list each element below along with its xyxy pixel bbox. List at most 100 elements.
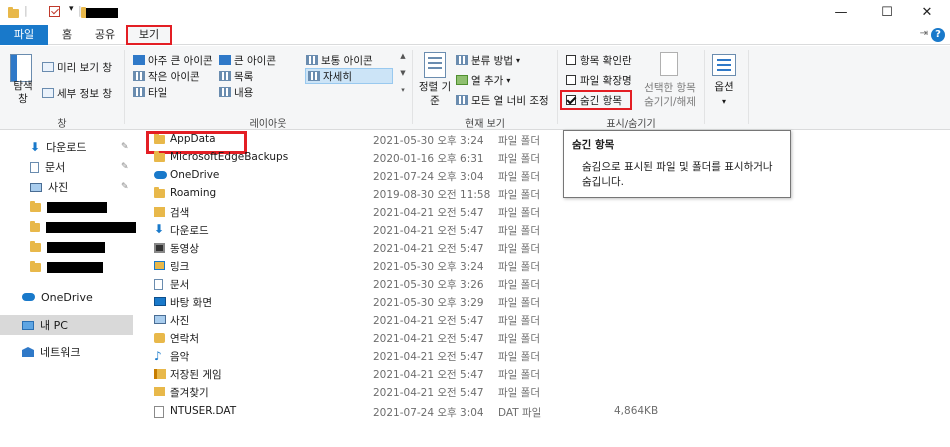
nav-item-label: 내 PC <box>40 319 68 332</box>
file-row[interactable]: ♪ 음악 2021-04-21 오전 5:47 파일 폴더 <box>136 347 656 365</box>
layout-large-icons[interactable]: 큰 아이콘 <box>219 52 276 68</box>
redacted-label <box>47 241 105 253</box>
group-by-button[interactable]: 분류 방법 ▾ <box>456 52 520 68</box>
pin-ribbon-icon[interactable]: ⇥ <box>920 28 928 39</box>
file-name: MicrosoftEdgeBackups <box>170 151 289 163</box>
file-row[interactable]: 저장된 게임 2021-04-21 오전 5:47 파일 폴더 <box>136 365 656 383</box>
file-name: 음악 <box>170 351 190 363</box>
nav-item-redacted-1[interactable] <box>0 197 136 217</box>
options-icon[interactable] <box>712 54 736 76</box>
navigation-pane: ⬇ 다운로드 ✎ 문서 ✎ 사진 ✎ OneDrive 내 PC 네트워크 <box>0 131 136 447</box>
file-row[interactable]: NTUSER.DAT 2021-07-24 오후 3:04 DAT 파일 4,8… <box>136 403 658 421</box>
sort-icon[interactable] <box>424 52 446 78</box>
file-row[interactable]: 바탕 화면 2021-05-30 오후 3:29 파일 폴더 <box>136 293 656 311</box>
nav-item-pictures[interactable]: 사진 ✎ <box>0 177 136 197</box>
pin-icon[interactable]: ✎ <box>121 162 129 172</box>
nav-pane-button[interactable]: 탐색 창 <box>8 80 38 108</box>
layout-details[interactable]: 자세히 <box>305 68 393 84</box>
pictures-icon <box>154 315 166 324</box>
nav-item-downloads[interactable]: ⬇ 다운로드 ✎ <box>0 137 136 157</box>
pin-icon[interactable]: ✎ <box>121 182 129 192</box>
expand-icon[interactable]: ▾ <box>401 86 405 94</box>
medium-icons-label: 보통 아이콘 <box>321 54 373 67</box>
nav-item-documents[interactable]: 문서 ✎ <box>0 157 136 177</box>
add-columns-button[interactable]: 열 추가 ▾ <box>456 72 510 88</box>
add-columns-label: 열 추가 <box>471 74 504 87</box>
file-row[interactable]: 즐겨찾기 2021-04-21 오전 5:47 파일 폴더 <box>136 383 656 401</box>
small-icons-label: 작은 아이콘 <box>148 70 200 83</box>
tab-share[interactable]: 공유 <box>88 25 122 45</box>
layout-list[interactable]: 목록 <box>219 68 253 84</box>
file-row[interactable]: 링크 2021-05-30 오후 3:24 파일 폴더 <box>136 257 656 275</box>
file-extensions-toggle[interactable]: 파일 확장명 <box>566 72 632 88</box>
folder-icon <box>30 260 41 272</box>
customize-toolbar-chevron-icon[interactable]: ▾ <box>69 4 74 14</box>
file-row[interactable]: 연락처 2021-04-21 오전 5:47 파일 폴더 <box>136 329 656 347</box>
file-row[interactable]: 검색 2021-04-21 오전 5:47 파일 폴더 <box>136 203 656 221</box>
nav-item-redacted-4[interactable] <box>0 257 136 277</box>
ribbon-tabs: 파일 홈 공유 보기 ⇥ ? <box>0 25 950 45</box>
file-row[interactable]: 문서 2021-05-30 오후 3:26 파일 폴더 <box>136 275 656 293</box>
layout-medium-icons[interactable]: 보통 아이콘 <box>306 52 373 68</box>
layout-small-icons[interactable]: 작은 아이콘 <box>133 68 200 84</box>
group-by-icon <box>456 55 468 65</box>
item-checkboxes-checkbox[interactable] <box>566 55 576 65</box>
layout-extra-large-icons[interactable]: 아주 큰 아이콘 <box>133 52 213 68</box>
nav-item-label: 문서 <box>45 161 66 174</box>
minimize-button[interactable]: — <box>818 0 864 25</box>
details-pane-button[interactable]: 세부 정보 창 <box>42 85 112 101</box>
help-icon[interactable]: ? <box>931 28 945 42</box>
pin-icon[interactable]: ✎ <box>121 142 129 152</box>
group-separator <box>557 50 558 124</box>
layout-scroll[interactable]: ▲ ▼ ▾ <box>398 52 408 94</box>
nav-item-redacted-2[interactable] <box>0 217 136 237</box>
sort-button[interactable]: 정렬 기준 <box>418 80 452 108</box>
file-type: 파일 폴더 <box>498 225 540 237</box>
nav-item-onedrive[interactable]: OneDrive <box>0 287 136 307</box>
separator: | <box>24 4 28 17</box>
layout-tiles[interactable]: 타일 <box>133 84 167 100</box>
file-date: 2021-05-30 오후 3:24 <box>373 135 484 147</box>
nav-item-label: 사진 <box>48 181 69 194</box>
file-type: DAT 파일 <box>498 407 542 419</box>
document-icon <box>30 161 39 173</box>
item-checkboxes-toggle[interactable]: 항목 확인란 <box>566 52 632 68</box>
list-label: 목록 <box>234 70 254 83</box>
file-name: 사진 <box>170 315 190 327</box>
tab-home[interactable]: 홈 <box>52 25 82 45</box>
properties-check-icon[interactable] <box>48 6 60 17</box>
layout-content[interactable]: 내용 <box>219 84 253 100</box>
nav-item-network[interactable]: 네트워크 <box>0 342 136 362</box>
nav-item-redacted-3[interactable] <box>0 237 136 257</box>
tab-view[interactable]: 보기 <box>126 25 172 45</box>
scroll-down-icon[interactable]: ▼ <box>400 69 405 77</box>
nav-item-this-pc[interactable]: 내 PC <box>0 315 133 335</box>
options-label: 옵션 <box>714 81 734 93</box>
file-date: 2021-04-21 오전 5:47 <box>373 243 484 255</box>
file-extensions-checkbox[interactable] <box>566 75 576 85</box>
nav-pane-icon[interactable] <box>10 54 32 82</box>
hidden-items-tooltip: 숨긴 항목 숨김으로 표시된 파일 및 폴더를 표시하거나 숨깁니다. <box>563 130 791 198</box>
preview-pane-button[interactable]: 미리 보기 창 <box>42 59 112 75</box>
hidden-items-highlight <box>560 90 632 110</box>
content-label: 내용 <box>234 86 254 99</box>
group-label-show-hide: 표시/숨기기 <box>606 119 656 130</box>
file-row[interactable]: 동영상 2021-04-21 오전 5:47 파일 폴더 <box>136 239 656 257</box>
tooltip-title: 숨긴 항목 <box>572 139 615 151</box>
size-all-columns-button[interactable]: 모든 열 너비 조정 <box>456 92 549 108</box>
scroll-up-icon[interactable]: ▲ <box>400 52 405 60</box>
file-row[interactable]: 사진 2021-04-21 오전 5:47 파일 폴더 <box>136 311 656 329</box>
close-button[interactable]: ✕ <box>904 0 950 25</box>
file-list: AppData 2021-05-30 오후 3:24 파일 폴더 Microso… <box>136 131 950 447</box>
pictures-icon <box>30 182 42 192</box>
desktop-icon <box>154 297 166 306</box>
file-date: 2019-08-30 오전 11:58 <box>373 189 491 201</box>
file-row[interactable]: ⬇ 다운로드 2021-04-21 오전 5:47 파일 폴더 <box>136 221 656 239</box>
add-columns-icon <box>456 75 468 85</box>
file-date: 2020-01-16 오후 6:31 <box>373 153 484 165</box>
saved-games-icon <box>154 369 166 379</box>
group-by-label: 분류 방법 <box>471 54 513 67</box>
options-button[interactable]: 옵션 ▾ <box>704 80 744 109</box>
tab-file[interactable]: 파일 <box>0 25 48 45</box>
tiles-label: 타일 <box>148 86 168 99</box>
